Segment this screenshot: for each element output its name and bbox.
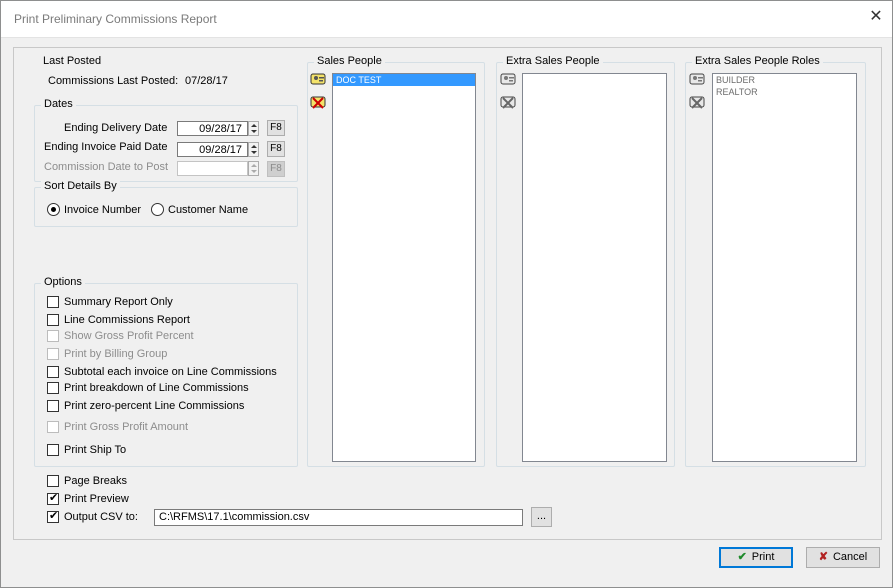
add-person-icon[interactable] bbox=[310, 72, 328, 88]
customer-name-label[interactable]: Customer Name bbox=[168, 204, 248, 216]
billing-group-checkbox[interactable] bbox=[47, 348, 59, 360]
ending-delivery-field[interactable]: 09/28/17 bbox=[177, 121, 248, 136]
ending-delivery-spinner[interactable] bbox=[248, 121, 259, 136]
remove-role-icon[interactable] bbox=[689, 95, 707, 111]
extra-sales-people-list[interactable] bbox=[522, 73, 667, 462]
ending-invoice-f8-button[interactable]: F8 bbox=[267, 141, 285, 157]
extra-roles-group: Extra Sales People Roles BUILDER REALTOR bbox=[685, 55, 866, 467]
last-posted-value: 07/28/17 bbox=[185, 75, 228, 87]
options-legend: Options bbox=[41, 276, 85, 288]
print-preview-checkbox[interactable]: ✔ bbox=[47, 492, 59, 505]
list-item[interactable]: BUILDER bbox=[713, 74, 856, 86]
add-extra-person-icon[interactable] bbox=[500, 72, 518, 88]
ship-to-label[interactable]: Print Ship To bbox=[64, 444, 126, 456]
ending-invoice-label: Ending Invoice Paid Date bbox=[44, 141, 168, 153]
output-csv-label[interactable]: Output CSV to: bbox=[64, 511, 138, 523]
remove-extra-person-icon[interactable] bbox=[500, 95, 518, 111]
sort-group: Sort Details By Invoice Number Customer … bbox=[34, 180, 298, 227]
cancel-button-label: Cancel bbox=[832, 551, 868, 563]
dialog-body: Last Posted Commissions Last Posted: 07/… bbox=[13, 47, 882, 540]
sales-people-list[interactable]: DOC TEST bbox=[332, 73, 476, 462]
gross-profit-amt-checkbox[interactable] bbox=[47, 421, 59, 433]
breakdown-label[interactable]: Print breakdown of Line Commissions bbox=[64, 382, 249, 394]
sales-people-group: Sales People DOC TEST bbox=[307, 55, 485, 467]
title-bar: Print Preliminary Commissions Report ✕ bbox=[1, 1, 892, 38]
line-commissions-checkbox[interactable] bbox=[47, 314, 59, 326]
summary-only-label[interactable]: Summary Report Only bbox=[64, 296, 173, 308]
breakdown-checkbox[interactable] bbox=[47, 382, 59, 394]
zero-percent-checkbox[interactable] bbox=[47, 400, 59, 412]
last-posted-group: Last Posted Commissions Last Posted: 07/… bbox=[34, 55, 298, 91]
commission-post-spinner[interactable] bbox=[248, 161, 259, 176]
zero-percent-label[interactable]: Print zero-percent Line Commissions bbox=[64, 400, 244, 412]
checkmark-icon: ✔ bbox=[49, 492, 59, 504]
commission-post-f8-button[interactable]: F8 bbox=[267, 161, 285, 177]
output-csv-checkbox[interactable]: ✔ bbox=[47, 510, 59, 523]
x-icon: ✘ bbox=[818, 551, 828, 563]
last-posted-legend: Last Posted bbox=[40, 55, 105, 67]
extra-sales-people-legend: Extra Sales People bbox=[503, 55, 603, 67]
remove-person-icon[interactable] bbox=[310, 95, 328, 111]
print-preview-label[interactable]: Print Preview bbox=[64, 493, 129, 505]
browse-button[interactable]: ... bbox=[531, 507, 552, 527]
page-breaks-checkbox[interactable] bbox=[47, 475, 59, 487]
extra-roles-list[interactable]: BUILDER REALTOR bbox=[712, 73, 857, 462]
summary-only-checkbox[interactable] bbox=[47, 296, 59, 308]
customer-name-radio[interactable] bbox=[151, 203, 164, 216]
list-item[interactable]: DOC TEST bbox=[333, 74, 475, 86]
list-item[interactable]: REALTOR bbox=[713, 86, 856, 98]
last-posted-label: Commissions Last Posted: bbox=[48, 75, 179, 87]
options-group: Options Summary Report Only Line Commiss… bbox=[34, 276, 298, 467]
extra-sales-people-group: Extra Sales People bbox=[496, 55, 675, 467]
dates-group: Dates Ending Delivery Date 09/28/17 F8 E… bbox=[34, 98, 298, 182]
line-commissions-label[interactable]: Line Commissions Report bbox=[64, 314, 190, 326]
sort-legend: Sort Details By bbox=[41, 180, 120, 192]
csv-path-input[interactable]: C:\RFMS\17.1\commission.csv bbox=[154, 509, 523, 526]
ship-to-checkbox[interactable] bbox=[47, 444, 59, 456]
check-icon: ✔ bbox=[737, 551, 747, 563]
add-role-icon[interactable] bbox=[689, 72, 707, 88]
ending-delivery-f8-button[interactable]: F8 bbox=[267, 120, 285, 136]
invoice-number-radio[interactable] bbox=[47, 203, 60, 216]
sales-people-legend: Sales People bbox=[314, 55, 385, 67]
billing-group-label[interactable]: Print by Billing Group bbox=[64, 348, 167, 360]
ending-invoice-spinner[interactable] bbox=[248, 142, 259, 157]
ending-invoice-field[interactable]: 09/28/17 bbox=[177, 142, 248, 157]
invoice-number-label[interactable]: Invoice Number bbox=[64, 204, 141, 216]
dialog-window: Print Preliminary Commissions Report ✕ L… bbox=[0, 0, 893, 588]
checkmark-icon: ✔ bbox=[49, 510, 59, 522]
close-icon[interactable]: ✕ bbox=[866, 8, 886, 26]
gross-profit-pct-label[interactable]: Show Gross Profit Percent bbox=[64, 330, 194, 342]
dates-legend: Dates bbox=[41, 98, 76, 110]
subtotal-invoice-label[interactable]: Subtotal each invoice on Line Commission… bbox=[64, 366, 277, 378]
print-button[interactable]: ✔ Print bbox=[719, 547, 793, 568]
gross-profit-pct-checkbox[interactable] bbox=[47, 330, 59, 342]
window-title: Print Preliminary Commissions Report bbox=[14, 12, 217, 26]
gross-profit-amt-label[interactable]: Print Gross Profit Amount bbox=[64, 421, 188, 433]
ending-delivery-label: Ending Delivery Date bbox=[64, 122, 168, 134]
print-button-label: Print bbox=[751, 551, 775, 563]
extra-roles-legend: Extra Sales People Roles bbox=[692, 55, 823, 67]
commission-post-field[interactable] bbox=[177, 161, 248, 176]
subtotal-invoice-checkbox[interactable] bbox=[47, 366, 59, 378]
cancel-button[interactable]: ✘ Cancel bbox=[806, 547, 880, 568]
commission-post-label: Commission Date to Post bbox=[44, 161, 169, 173]
page-breaks-label[interactable]: Page Breaks bbox=[64, 475, 127, 487]
